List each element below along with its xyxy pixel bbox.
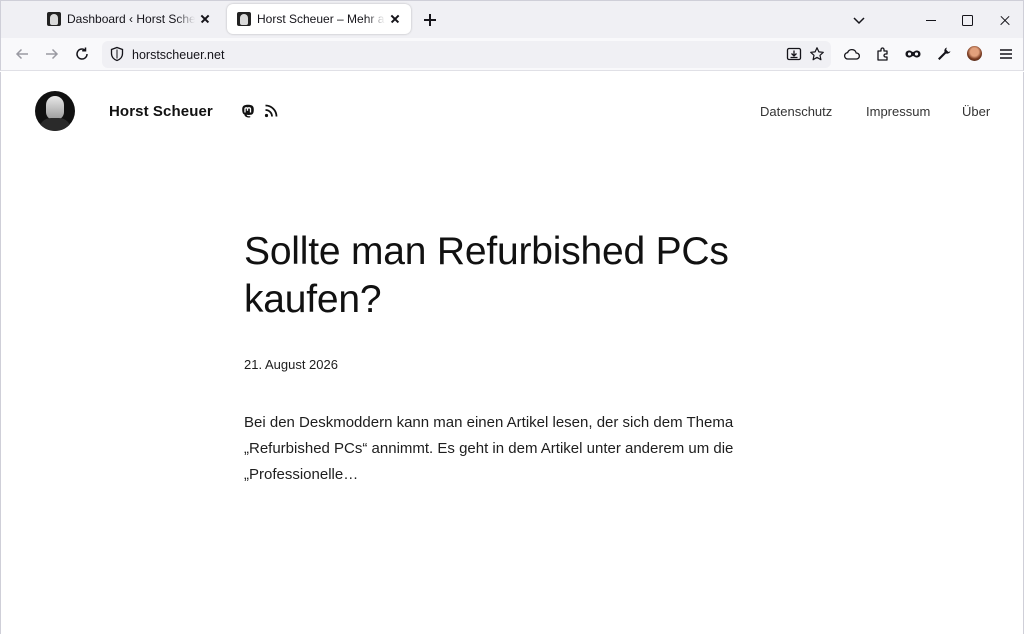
tab-dashboard[interactable]: Dashboard ‹ Horst Scheuer – WordPress	[37, 4, 221, 34]
tab-title: Horst Scheuer – Mehr als Technik	[257, 12, 385, 26]
new-tab-button[interactable]	[421, 11, 439, 29]
tab-horst-scheuer[interactable]: Horst Scheuer – Mehr als Technik	[227, 4, 411, 34]
menu-item-ueber[interactable]: Über	[962, 104, 990, 119]
navigation-toolbar: horstscheuer.net	[0, 38, 1024, 71]
wrench-icon	[938, 47, 951, 60]
web-page: Horst Scheuer Datenschutz Impressum Über…	[0, 72, 1024, 634]
menu-item-impressum[interactable]: Impressum	[866, 104, 930, 119]
extensions-button[interactable]	[874, 45, 892, 63]
post-title-link[interactable]: Sollte man Refurbished PCs kaufen?	[244, 228, 804, 324]
close-tab-icon[interactable]	[197, 11, 213, 27]
close-window-button[interactable]	[997, 12, 1013, 28]
url-text[interactable]: horstscheuer.net	[132, 48, 224, 62]
reload-button[interactable]	[73, 45, 91, 63]
app-menu-button[interactable]	[997, 45, 1015, 63]
mask-icon	[905, 50, 921, 58]
back-button[interactable]	[13, 45, 31, 63]
sync-button[interactable]	[843, 45, 861, 63]
mastodon-link[interactable]	[241, 104, 255, 118]
address-bar[interactable]: horstscheuer.net	[102, 41, 831, 68]
site-title-link[interactable]: Horst Scheuer	[109, 103, 213, 120]
private-browsing-button[interactable]	[904, 45, 922, 63]
maximize-window-button[interactable]	[959, 12, 975, 28]
rss-icon	[264, 104, 278, 118]
forward-button[interactable]	[43, 45, 61, 63]
hamburger-menu-icon	[1000, 49, 1012, 59]
chevron-down-icon	[853, 17, 865, 25]
minimize-window-button[interactable]	[923, 12, 939, 28]
site-logo[interactable]	[35, 91, 75, 131]
site-favicon-icon	[47, 12, 61, 26]
arrow-right-icon	[46, 48, 59, 60]
account-avatar[interactable]	[967, 46, 982, 61]
puzzle-icon	[877, 47, 888, 61]
cloud-icon	[843, 49, 860, 60]
developer-tools-button[interactable]	[935, 45, 953, 63]
shield-icon[interactable]	[109, 46, 125, 62]
post-date: 21. August 2026	[244, 357, 338, 372]
reload-icon	[76, 47, 88, 60]
mastodon-icon	[242, 104, 254, 118]
rss-feed-link[interactable]	[264, 104, 278, 118]
site-favicon-icon	[237, 12, 251, 26]
menu-item-datenschutz[interactable]: Datenschutz	[760, 104, 832, 119]
install-app-icon[interactable]	[786, 46, 802, 62]
tab-title: Dashboard ‹ Horst Scheuer – WordPress	[67, 12, 195, 26]
tab-bar: Dashboard ‹ Horst Scheuer – WordPress Ho…	[0, 0, 1024, 38]
close-tab-icon[interactable]	[387, 11, 403, 27]
arrow-left-icon	[15, 48, 28, 60]
bookmark-star-icon[interactable]	[809, 46, 825, 62]
list-all-tabs-button[interactable]	[851, 12, 867, 28]
post-excerpt: Bei den Deskmoddern kann man einen Artik…	[244, 414, 734, 483]
